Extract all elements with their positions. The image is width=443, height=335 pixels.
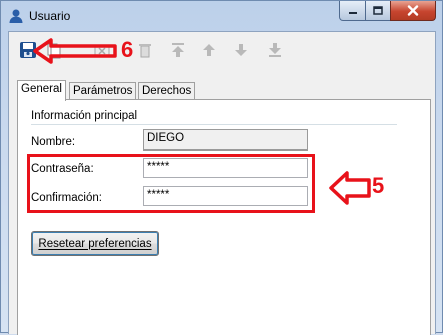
minimize-button[interactable]	[339, 1, 366, 21]
group-title: Información principal	[31, 110, 138, 122]
user-window: Usuario General Parámetros Derechos Info…	[0, 0, 443, 335]
tab-general[interactable]: General	[17, 80, 66, 101]
annotation-arrow-password	[329, 171, 371, 205]
reset-preferences-label: Resetear preferencias	[38, 237, 152, 250]
nombre-label: Nombre:	[31, 136, 76, 148]
minimize-icon	[348, 11, 357, 14]
tab-derechos[interactable]: Derechos	[138, 82, 196, 100]
move-first-icon[interactable]	[169, 41, 187, 59]
maximize-icon	[373, 6, 383, 15]
move-down-icon[interactable]	[232, 41, 250, 59]
window-title: Usuario	[29, 9, 71, 23]
maximize-button[interactable]	[365, 1, 391, 21]
group-divider	[31, 124, 397, 125]
password-highlight-box	[27, 154, 315, 213]
user-icon	[9, 9, 23, 23]
title-bar[interactable]: Usuario	[1, 1, 442, 31]
trash-icon[interactable]	[136, 41, 154, 59]
close-button[interactable]	[390, 1, 436, 21]
nombre-field: DIEGO	[143, 129, 308, 151]
tab-parametros[interactable]: Parámetros	[69, 82, 137, 100]
move-up-icon[interactable]	[200, 41, 218, 59]
close-icon	[407, 5, 419, 16]
annotation-number-5: 5	[372, 173, 385, 198]
annotation-arrow-save	[33, 38, 117, 64]
move-last-icon[interactable]	[266, 41, 284, 59]
reset-preferences-button[interactable]: Resetear preferencias	[31, 231, 159, 256]
annotation-number-6: 6	[121, 37, 134, 62]
